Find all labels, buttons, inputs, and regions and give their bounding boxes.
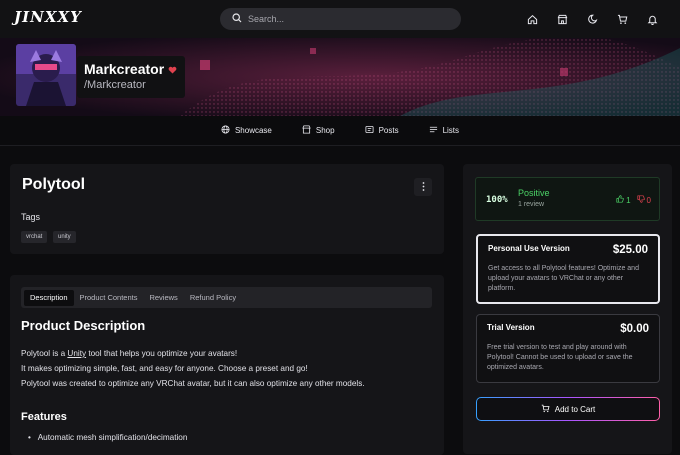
tab-product-contents[interactable]: Product Contents — [74, 290, 144, 306]
top-bar: JINXXY — [0, 0, 680, 38]
store-icon — [302, 125, 311, 136]
description-line-2: It makes optimizing simple, fast, and ea… — [21, 364, 308, 373]
globe-icon — [221, 125, 230, 136]
thumbs-down-vote[interactable]: 0 — [636, 195, 651, 205]
creator-info: Markcreator /Markcreator — [77, 56, 185, 98]
creator-name[interactable]: Markcreator — [84, 61, 164, 77]
tab-reviews[interactable]: Reviews — [143, 290, 183, 306]
more-vertical-icon — [422, 178, 425, 196]
rating-percent: 100% — [486, 195, 508, 205]
description-line-1: Polytool is a Unity tool that helps you … — [21, 349, 237, 358]
nav-item-lists[interactable]: Lists — [429, 125, 459, 136]
search-input[interactable] — [248, 14, 448, 24]
feature-item: • Automatic mesh simplification/decimati… — [28, 433, 187, 442]
add-to-cart-button[interactable]: Add to Cart — [476, 397, 660, 421]
tab-refund-policy[interactable]: Refund Policy — [184, 290, 242, 306]
header-actions — [524, 11, 660, 27]
feature-text: Automatic mesh simplification/decimation — [37, 433, 188, 442]
dark-mode-icon[interactable] — [584, 11, 600, 27]
rating-summary: 100% Positive 1 review 1 0 — [475, 177, 660, 221]
rating-votes: 1 0 — [616, 195, 651, 205]
more-options-button[interactable] — [414, 178, 432, 196]
creator-handle: /Markcreator — [84, 79, 146, 91]
text: Polytool is a — [21, 349, 68, 358]
option-personal-use[interactable]: Personal Use Version $25.00 Get access t… — [476, 234, 660, 304]
nav-item-posts[interactable]: Posts — [365, 125, 399, 136]
cart-icon — [541, 404, 550, 415]
add-to-cart-label: Add to Cart — [554, 404, 596, 414]
bullet: • — [28, 433, 38, 442]
nav-item-shop[interactable]: Shop — [302, 125, 335, 136]
review-count[interactable]: 1 review — [518, 201, 544, 208]
home-icon[interactable] — [524, 11, 540, 27]
product-title: Polytool — [22, 176, 86, 193]
tag-unity[interactable]: unity — [53, 231, 76, 243]
nav-item-label: Lists — [442, 126, 460, 135]
search-icon — [232, 10, 242, 28]
profile-nav: Showcase Shop Posts Lists — [0, 116, 680, 146]
option-trial[interactable]: Trial Version $0.00 Free trial version t… — [476, 314, 660, 383]
posts-icon — [365, 125, 374, 136]
tags-label: Tags — [21, 212, 41, 222]
nav-item-showcase[interactable]: Showcase — [221, 125, 272, 136]
option-price: $25.00 — [612, 244, 648, 256]
nav-item-label: Showcase — [234, 126, 272, 135]
option-description: Free trial version to test and play arou… — [487, 344, 633, 371]
option-description: Get access to all Polytool features! Opt… — [488, 265, 639, 292]
site-logo[interactable]: JINXXY — [14, 8, 82, 26]
product-tabs: Description Product Contents Reviews Ref… — [21, 287, 432, 308]
nav-item-label: Posts — [378, 126, 399, 135]
search-bar[interactable] — [220, 8, 461, 30]
unity-link[interactable]: Unity — [67, 349, 86, 358]
list-icon — [429, 125, 438, 136]
tab-description[interactable]: Description — [24, 289, 74, 306]
notification-bell-icon[interactable] — [644, 11, 660, 27]
description-heading: Product Description — [21, 318, 146, 333]
store-icon[interactable] — [554, 11, 570, 27]
cart-icon[interactable] — [614, 11, 630, 27]
upvote-count: 1 — [626, 195, 631, 205]
rating-label: Positive — [518, 188, 550, 198]
text: tool that helps you optimize your avatar… — [86, 349, 238, 358]
features-heading: Features — [21, 411, 67, 423]
thumbs-up-vote[interactable]: 1 — [616, 195, 631, 205]
nav-item-label: Shop — [315, 126, 335, 135]
description-line-3: Polytool was created to optimize any VRC… — [21, 379, 365, 388]
option-price: $0.00 — [620, 323, 649, 335]
heart-icon — [168, 61, 177, 77]
creator-avatar[interactable] — [16, 44, 76, 106]
thumbs-up-icon — [616, 195, 624, 205]
tag-vrchat[interactable]: vrchat — [21, 231, 48, 243]
downvote-count: 0 — [646, 195, 651, 205]
thumbs-down-icon — [636, 195, 645, 205]
